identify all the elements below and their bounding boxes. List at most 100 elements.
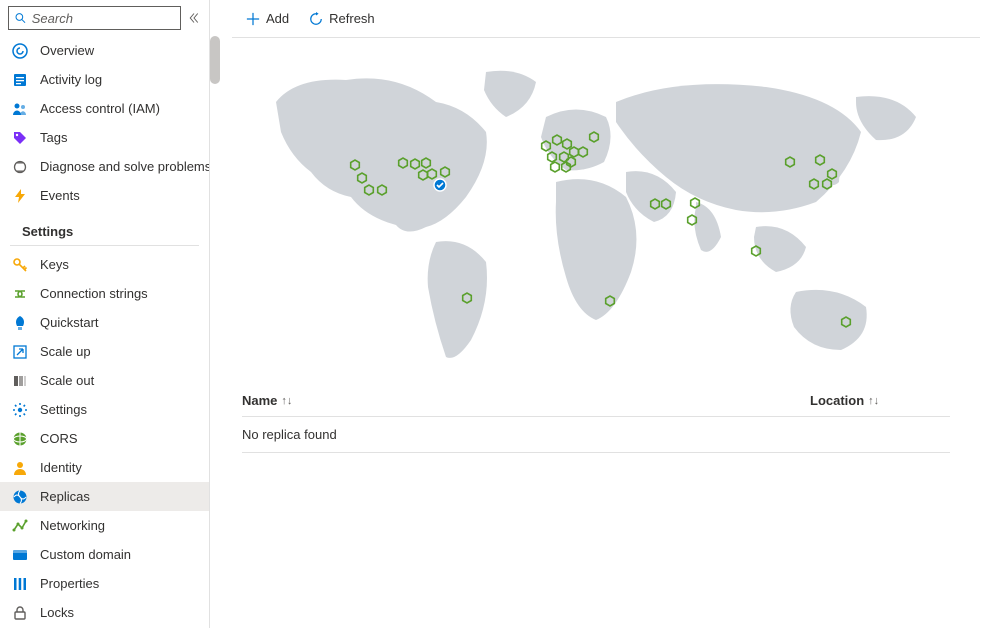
sidebar-item-label: Diagnose and solve problems xyxy=(40,159,209,174)
replicas-table: Name ↑↓ Location ↑↓ No replica found xyxy=(232,385,990,453)
nav-icon-wrapper xyxy=(12,605,28,621)
sidebar-item-cors[interactable]: CORS xyxy=(0,424,209,453)
sidebar-item-events[interactable]: Events xyxy=(0,181,209,210)
sidebar-item-label: Overview xyxy=(40,43,94,58)
refresh-button[interactable]: Refresh xyxy=(305,7,379,30)
events-icon xyxy=(12,188,28,204)
access-control-icon xyxy=(12,101,28,117)
quickstart-icon xyxy=(12,315,28,331)
plus-icon xyxy=(246,12,260,26)
sidebar-item-label: Properties xyxy=(40,576,99,591)
sort-icon: ↑↓ xyxy=(868,395,879,407)
sidebar-item-keys[interactable]: Keys xyxy=(0,250,209,279)
search-input[interactable] xyxy=(32,11,174,26)
column-name-label: Name xyxy=(242,393,277,408)
settings-icon xyxy=(12,402,28,418)
sidebar-item-activity-log[interactable]: Activity log xyxy=(0,65,209,94)
sidebar-item-replicas[interactable]: Replicas xyxy=(0,482,209,511)
sidebar-item-label: Replicas xyxy=(40,489,90,504)
nav-icon-wrapper xyxy=(12,431,28,447)
search-box[interactable] xyxy=(8,6,181,30)
sidebar-item-access-control-iam[interactable]: Access control (IAM) xyxy=(0,94,209,123)
tags-icon xyxy=(12,130,28,146)
sidebar-nav: Overview Activity log Access control (IAM)… xyxy=(0,36,209,628)
nav-icon-wrapper xyxy=(12,489,28,505)
cors-icon xyxy=(12,431,28,447)
sidebar-item-properties[interactable]: Properties xyxy=(0,569,209,598)
locks-icon xyxy=(12,605,28,621)
diagnose-icon xyxy=(12,159,28,175)
nav-icon-wrapper xyxy=(12,188,28,204)
sidebar-item-label: CORS xyxy=(40,431,78,446)
add-button-label: Add xyxy=(266,11,289,26)
sidebar-item-scale-up[interactable]: Scale up xyxy=(0,337,209,366)
overview-icon xyxy=(12,43,28,59)
keys-icon xyxy=(12,257,28,273)
nav-icon-wrapper xyxy=(12,344,28,360)
sidebar: Overview Activity log Access control (IAM)… xyxy=(0,0,210,628)
sidebar-item-label: Settings xyxy=(40,402,87,417)
nav-icon-wrapper xyxy=(12,315,28,331)
sidebar-item-identity[interactable]: Identity xyxy=(0,453,209,482)
nav-icon-wrapper xyxy=(12,159,28,175)
sidebar-item-label: Networking xyxy=(40,518,105,533)
nav-icon-wrapper xyxy=(12,257,28,273)
collapse-sidebar-button[interactable] xyxy=(185,9,203,27)
activity-log-icon xyxy=(12,72,28,88)
nav-icon-wrapper xyxy=(12,518,28,534)
connection-strings-icon xyxy=(12,286,28,302)
refresh-button-label: Refresh xyxy=(329,11,375,26)
sidebar-item-label: Connection strings xyxy=(40,286,148,301)
search-row xyxy=(0,0,209,36)
sidebar-item-label: Quickstart xyxy=(40,315,99,330)
nav-icon-wrapper xyxy=(12,547,28,563)
replicas-icon xyxy=(12,489,28,505)
world-map xyxy=(232,38,990,385)
sidebar-item-settings[interactable]: Settings xyxy=(0,395,209,424)
sort-icon: ↑↓ xyxy=(281,395,292,407)
toolbar: Add Refresh xyxy=(232,0,980,38)
sidebar-item-label: Scale up xyxy=(40,344,91,359)
sidebar-item-quickstart[interactable]: Quickstart xyxy=(0,308,209,337)
sidebar-item-label: Events xyxy=(40,188,80,203)
add-button[interactable]: Add xyxy=(242,7,293,30)
sidebar-item-label: Activity log xyxy=(40,72,102,87)
sidebar-item-label: Scale out xyxy=(40,373,94,388)
sidebar-item-tags[interactable]: Tags xyxy=(0,123,209,152)
custom-domain-icon xyxy=(12,547,28,563)
sidebar-item-scale-out[interactable]: Scale out xyxy=(0,366,209,395)
nav-icon-wrapper xyxy=(12,43,28,59)
region-node[interactable] xyxy=(551,162,560,172)
refresh-icon xyxy=(309,12,323,26)
sidebar-item-networking[interactable]: Networking xyxy=(0,511,209,540)
table-header: Name ↑↓ Location ↑↓ xyxy=(242,385,950,417)
settings-section-header: Settings xyxy=(10,210,199,246)
sidebar-item-label: Keys xyxy=(40,257,69,272)
sidebar-item-diagnose-and-solve-problems[interactable]: Diagnose and solve problems xyxy=(0,152,209,181)
chevron-double-left-icon xyxy=(188,12,200,24)
nav-icon-wrapper xyxy=(12,460,28,476)
scale-out-icon xyxy=(12,373,28,389)
scrollbar-thumb[interactable] xyxy=(210,36,220,84)
nav-icon-wrapper xyxy=(12,130,28,146)
sidebar-item-connection-strings[interactable]: Connection strings xyxy=(0,279,209,308)
sidebar-item-overview[interactable]: Overview xyxy=(0,36,209,65)
nav-icon-wrapper xyxy=(12,101,28,117)
nav-icon-wrapper xyxy=(12,373,28,389)
map-landmasses xyxy=(276,71,916,358)
column-header-location[interactable]: Location ↑↓ xyxy=(810,393,950,408)
networking-icon xyxy=(12,518,28,534)
table-empty-row: No replica found xyxy=(242,417,950,453)
nav-icon-wrapper xyxy=(12,286,28,302)
sidebar-item-label: Identity xyxy=(40,460,82,475)
identity-icon xyxy=(12,460,28,476)
nav-icon-wrapper xyxy=(12,72,28,88)
sidebar-item-custom-domain[interactable]: Custom domain xyxy=(0,540,209,569)
main-content: Add Refresh xyxy=(210,0,990,628)
sidebar-item-label: Locks xyxy=(40,605,74,620)
sidebar-item-label: Custom domain xyxy=(40,547,131,562)
world-map-svg xyxy=(256,62,936,372)
column-location-label: Location xyxy=(810,393,864,408)
column-header-name[interactable]: Name ↑↓ xyxy=(242,393,810,408)
sidebar-item-locks[interactable]: Locks xyxy=(0,598,209,627)
